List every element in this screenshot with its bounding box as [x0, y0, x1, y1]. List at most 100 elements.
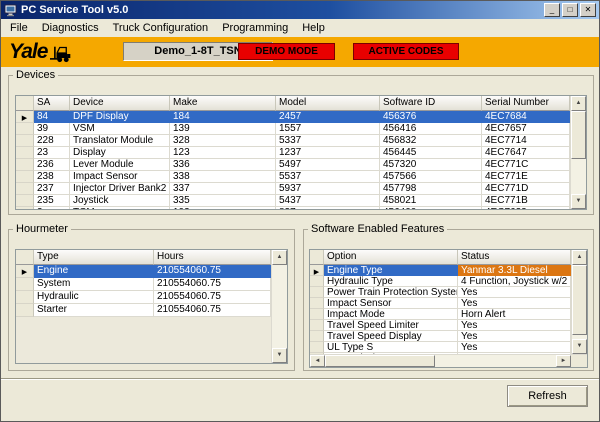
table-row[interactable]: 236 Lever Module 336 5497 457320 4EC771C: [16, 159, 570, 171]
scroll-up-icon[interactable]: ▲: [571, 96, 586, 111]
cell-model: 1557: [276, 123, 380, 135]
table-row[interactable]: Hydraulic 210554060.75: [16, 291, 271, 304]
vertical-scrollbar[interactable]: ▲ ▼: [571, 250, 587, 354]
cell-status: Yes: [458, 287, 571, 298]
row-header-corner: [16, 250, 34, 265]
scroll-up-icon[interactable]: ▲: [272, 250, 287, 265]
cell-device: Joystick: [70, 195, 170, 207]
cell-make: 337: [170, 183, 276, 195]
cell-sa: 3: [34, 207, 70, 209]
column-header-status[interactable]: Status: [458, 250, 571, 265]
cell-make: 123: [170, 147, 276, 159]
table-row[interactable]: 238 Impact Sensor 338 5537 457566 4EC771…: [16, 171, 570, 183]
yale-logo: Yale: [9, 40, 76, 64]
table-row[interactable]: 39 VSM 139 1557 456416 4EC7657: [16, 123, 570, 135]
table-row[interactable]: Travel Speed Display Yes: [310, 331, 571, 342]
cell-type: Hydraulic: [34, 291, 154, 304]
cell-option: Hydraulic Type: [324, 276, 458, 287]
table-row[interactable]: 235 Joystick 335 5437 458021 4EC771B: [16, 195, 570, 207]
title-bar: PC Service Tool v5.0 _ □ ✕: [1, 1, 599, 19]
demo-mode-button[interactable]: DEMO MODE: [238, 43, 335, 60]
cell-device: TCM: [70, 207, 170, 209]
scroll-left-icon[interactable]: ◄: [310, 355, 325, 367]
table-row[interactable]: 237 Injector Driver Bank2 337 5937 45779…: [16, 183, 570, 195]
cell-option: Travel Speed Limiter: [324, 320, 458, 331]
scrollbar-thumb[interactable]: [571, 111, 586, 159]
column-header-serial-number[interactable]: Serial Number: [482, 96, 570, 111]
cell-option: Impact Mode: [324, 309, 458, 320]
table-row[interactable]: Hydraulic Type 4 Function, Joystick w/2 …: [310, 276, 571, 287]
cell-status: Horn Alert: [458, 309, 571, 320]
table-row[interactable]: Impact Sensor Yes: [310, 298, 571, 309]
horizontal-scrollbar[interactable]: ◄ ►: [310, 354, 587, 367]
features-table: Option Status ▶ Engine Type Yanmar 3.3L …: [309, 249, 588, 368]
minimize-button[interactable]: _: [544, 3, 560, 17]
vertical-scrollbar[interactable]: ▲ ▼: [570, 96, 586, 209]
cell-status: Yes: [458, 342, 571, 353]
scroll-up-icon[interactable]: ▲: [572, 250, 587, 265]
column-header-device[interactable]: Device: [70, 96, 170, 111]
cell-sa: 84: [34, 111, 70, 123]
column-header-hours[interactable]: Hours: [154, 250, 271, 265]
table-row[interactable]: 3 TCM 103 837 456400 4EC7633: [16, 207, 570, 209]
menu-item-diagnostics[interactable]: Diagnostics: [35, 20, 106, 36]
scroll-down-icon[interactable]: ▼: [571, 194, 586, 209]
menu-item-file[interactable]: File: [3, 20, 35, 36]
table-row[interactable]: 23 Display 123 1237 456445 4EC7647: [16, 147, 570, 159]
cell-hours: 210554060.75: [154, 291, 271, 304]
column-header-sa[interactable]: SA: [34, 96, 70, 111]
table-row[interactable]: Power Train Protection System Yes: [310, 287, 571, 298]
cell-serial: 4EC7684: [482, 111, 570, 123]
cell-make: 184: [170, 111, 276, 123]
cell-status: Yanmar 3.3L Diesel: [458, 265, 571, 276]
active-codes-button[interactable]: ACTIVE CODES: [353, 43, 459, 60]
table-row[interactable]: System 210554060.75: [16, 278, 271, 291]
app-icon: [4, 4, 17, 17]
cell-model: 1237: [276, 147, 380, 159]
cell-device: Injector Driver Bank2: [70, 183, 170, 195]
cell-software-id: 456445: [380, 147, 482, 159]
menu-item-help[interactable]: Help: [295, 20, 332, 36]
cell-option: UL Type S: [324, 342, 458, 353]
refresh-button[interactable]: Refresh: [507, 385, 588, 407]
column-header-make[interactable]: Make: [170, 96, 276, 111]
devices-table: SA Device Make Model Software ID Serial …: [15, 95, 587, 210]
column-header-type[interactable]: Type: [34, 250, 154, 265]
column-header-option[interactable]: Option: [324, 250, 458, 265]
table-row[interactable]: ▶ Engine Type Yanmar 3.3L Diesel: [310, 265, 571, 276]
maximize-button[interactable]: □: [562, 3, 578, 17]
cell-sa: 39: [34, 123, 70, 135]
cell-hours: 210554060.75: [154, 278, 271, 291]
scrollbar-corner: [571, 355, 587, 367]
vertical-scrollbar[interactable]: ▲ ▼: [271, 250, 287, 363]
row-selector-icon: ▶: [314, 269, 319, 276]
table-row[interactable]: UL Type S Yes: [310, 342, 571, 353]
scroll-down-icon[interactable]: ▼: [572, 339, 587, 354]
cell-sa: 228: [34, 135, 70, 147]
scroll-right-icon[interactable]: ►: [556, 355, 571, 367]
scroll-down-icon[interactable]: ▼: [272, 348, 287, 363]
table-row[interactable]: Starter 210554060.75: [16, 304, 271, 317]
cell-sa: 237: [34, 183, 70, 195]
cell-device: Lever Module: [70, 159, 170, 171]
table-row[interactable]: 228 Translator Module 328 5337 456832 4E…: [16, 135, 570, 147]
column-header-software-id[interactable]: Software ID: [380, 96, 482, 111]
cell-model: 5437: [276, 195, 380, 207]
table-row[interactable]: ▶ Engine 210554060.75: [16, 265, 271, 278]
scrollbar-thumb[interactable]: [325, 355, 435, 367]
close-button[interactable]: ✕: [580, 3, 596, 17]
cell-sa: 235: [34, 195, 70, 207]
table-row[interactable]: Impact Mode Horn Alert: [310, 309, 571, 320]
table-row[interactable]: ▶ 84 DPF Display 184 2457 456376 4EC7684: [16, 111, 570, 123]
table-row[interactable]: Travel Speed Limiter Yes: [310, 320, 571, 331]
menu-item-programming[interactable]: Programming: [215, 20, 295, 36]
cell-device: Display: [70, 147, 170, 159]
features-group-title: Software Enabled Features: [308, 223, 447, 235]
scrollbar-thumb[interactable]: [572, 265, 587, 335]
cell-software-id: 457320: [380, 159, 482, 171]
cell-software-id: 457798: [380, 183, 482, 195]
cell-serial: 4EC771E: [482, 171, 570, 183]
row-selector-icon: ▶: [22, 269, 27, 276]
menu-item-truck-configuration[interactable]: Truck Configuration: [106, 20, 216, 36]
column-header-model[interactable]: Model: [276, 96, 380, 111]
